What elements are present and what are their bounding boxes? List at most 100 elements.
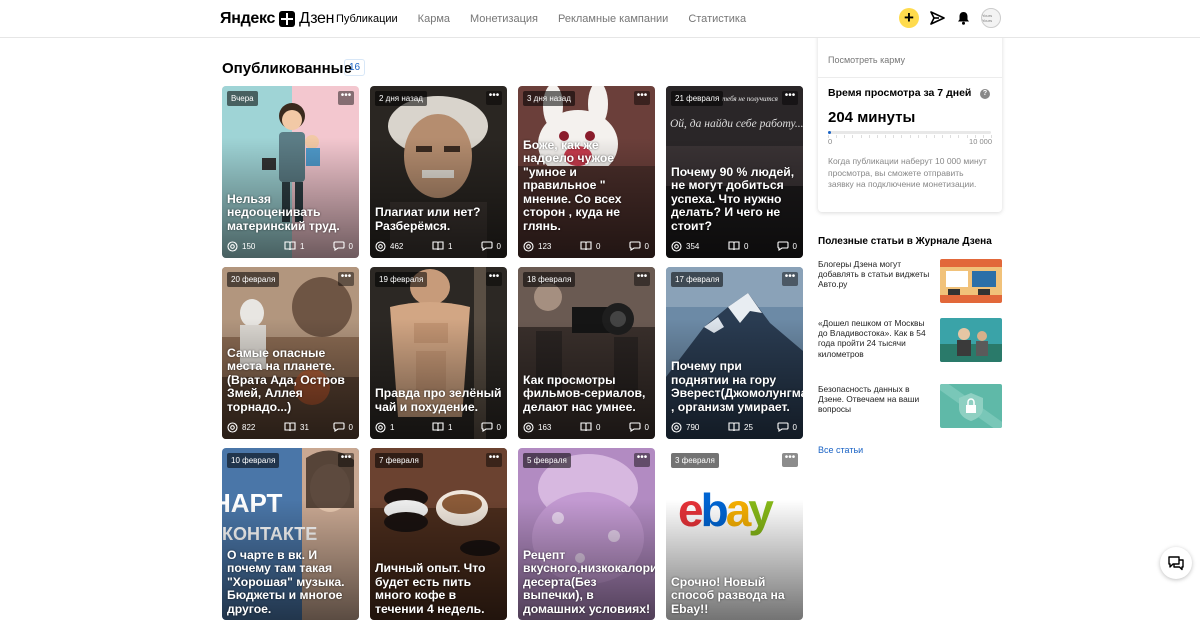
comments-stat: 0 [628,241,649,251]
card-title[interactable]: Самые опасные места на планете. (Врата А… [227,346,355,415]
bell-icon[interactable] [955,10,971,26]
card-title[interactable]: Почему при поднятии на гору Эверест(Джом… [671,359,803,414]
reads-stat: 0 [580,241,628,251]
progress-tick [933,135,935,138]
more-options-icon[interactable]: ••• [486,91,502,105]
book-icon [432,422,448,432]
journal-article[interactable]: Безопасность данных в Дзене. Отвечаем на… [818,384,1002,428]
more-options-icon[interactable]: ••• [338,91,354,105]
card-date-badge: 17 февраля [671,272,724,287]
views-count: 123 [538,241,552,251]
monetization-note: Когда публикации наберут 10 000 минут пр… [828,156,987,189]
book-icon [284,241,300,251]
more-options-icon[interactable]: ••• [782,272,798,286]
card-title[interactable]: Нельзя недооценивать материнский труд. [227,192,355,234]
nav-publications[interactable]: Публикации [336,13,398,25]
publications-grid: Вчера ••• Нельзя недооценивать материнский… [222,86,803,620]
card-title[interactable]: О чарте в вк. И почему там такая "Хороша… [227,548,355,617]
nav-monetization[interactable]: Монетизация [470,13,538,25]
publication-card[interactable]: 3 дня назад ••• Боже, как же надоело чужое… [518,86,655,258]
all-articles-link[interactable]: Все статьи [818,445,863,455]
card-date-badge: 2 дня назад [375,91,427,106]
book-icon [580,422,596,432]
journal-article-text[interactable]: «Дошел пешком от Москвы до Владивостока»… [818,318,932,359]
publication-card[interactable]: НАРТКОНТАКТЕНАРТКОНТАКТЕ10 февраля•••О ч… [222,448,359,620]
more-options-icon[interactable]: ••• [634,453,650,467]
views-stat: 150 [227,240,284,252]
journal-article-thumbnail[interactable] [940,259,1002,303]
reads-stat: 25 [728,422,776,432]
publication-card[interactable]: 20 февраля ••• Самые опасные места на план… [222,267,359,439]
card-title[interactable]: Правда про зелёный чай и похудение. [375,386,503,414]
progress-tick [950,135,952,138]
nav-karma[interactable]: Карма [418,13,450,25]
comments-stat: 0 [776,422,797,432]
yandex-zen-logo[interactable]: Яндекс Дзен [220,9,334,29]
journal-article-thumbnail[interactable] [940,384,1002,428]
nav-ad-campaigns[interactable]: Рекламные кампании [558,13,668,25]
more-options-icon[interactable]: ••• [338,453,354,467]
book-icon [728,422,744,432]
card-title[interactable]: Боже, как же надоело чужое "умное и прав… [523,138,651,234]
publication-card[interactable]: 19 февраля ••• Правда про зелёный чай и по… [370,267,507,439]
card-date-badge: 20 февраля [227,272,280,287]
eye-icon [523,240,538,252]
views-count: 790 [686,422,700,432]
card-date-badge: 19 февраля [375,272,428,287]
card-date-badge: Вчера [227,91,258,106]
card-title[interactable]: Личный опыт. Что будет есть пить много к… [375,561,503,616]
send-icon[interactable] [929,10,945,26]
create-publication-button[interactable]: + [899,8,919,28]
reads-count: 0 [744,241,749,251]
more-options-icon[interactable]: ••• [634,91,650,105]
more-options-icon[interactable]: ••• [486,453,502,467]
comments-stat: 0 [332,422,353,432]
progress-tick [917,135,919,138]
journal-article-text[interactable]: Безопасность данных в Дзене. Отвечаем на… [818,384,932,415]
reads-count: 31 [300,422,309,432]
publication-card[interactable]: 18 февраля ••• Как просмотры фильмов-сериа… [518,267,655,439]
more-options-icon[interactable]: ••• [782,453,798,467]
views-count: 822 [242,422,256,432]
view-karma-link[interactable]: Посмотреть карму [828,55,905,65]
journal-article-thumbnail[interactable] [940,318,1002,362]
comment-icon [332,422,349,432]
card-title[interactable]: Плагиат или нет? Разберёмся. [375,205,503,233]
more-options-icon[interactable]: ••• [338,272,354,286]
eye-icon [523,421,538,433]
views-stat: 462 [375,240,432,252]
watch-time-progress-fill [828,131,832,134]
card-title[interactable]: Как просмотры фильмов-сериалов, делают н… [523,373,651,415]
card-date-badge: 3 февраля [671,453,719,468]
views-count: 1 [390,422,395,432]
publication-card[interactable]: ebay3 февраля•••Срочно! Новый способ раз… [666,448,803,620]
reads-count: 25 [744,422,753,432]
support-chat-button[interactable] [1160,547,1192,579]
eye-icon [671,421,686,433]
journal-article[interactable]: «Дошел пешком от Москвы до Владивостока»… [818,318,1002,362]
publication-card[interactable]: 2 дня назад ••• Плагиат или нет? Разберёмс… [370,86,507,258]
card-title[interactable]: Рецепт вкусного,низкокалорийного,протеин… [523,548,655,617]
publication-card[interactable]: 17 февраля ••• Почему при поднятии на гору… [666,267,803,439]
publication-card[interactable]: тебя не получитсяОй, да найди себе работ… [666,86,803,258]
journal-article-text[interactable]: Блогеры Дзена могут добавлять в статьи в… [818,259,932,290]
card-date-badge: 3 дня назад [523,91,575,106]
views-count: 150 [242,241,256,251]
journal-article[interactable]: Блогеры Дзена могут добавлять в статьи в… [818,259,1002,303]
nav-statistics[interactable]: Статистика [688,13,746,25]
more-options-icon[interactable]: ••• [782,91,798,105]
more-options-icon[interactable]: ••• [634,272,650,286]
more-options-icon[interactable]: ••• [486,272,502,286]
card-title[interactable]: Срочно! Новый способ развода на Ebay!! [671,575,799,617]
help-icon[interactable]: ? [980,89,990,99]
publication-card[interactable]: 5 февраля ••• Рецепт вкусного,низкокалорий… [518,448,655,620]
reads-stat: 1 [432,422,480,432]
publication-card[interactable]: 7 февраля ••• Личный опыт. Что будет есть … [370,448,507,620]
eye-icon [375,240,390,252]
card-title[interactable]: Почему 90 % людей, не могут добиться усп… [671,165,799,234]
comments-count: 0 [644,241,649,251]
user-avatar[interactable]: Yours Yours [981,8,1001,28]
card-stats: 123 0 0 [523,240,649,252]
publication-card[interactable]: Вчера ••• Нельзя недооценивать материнский… [222,86,359,258]
card-date-badge: 18 февраля [523,272,576,287]
